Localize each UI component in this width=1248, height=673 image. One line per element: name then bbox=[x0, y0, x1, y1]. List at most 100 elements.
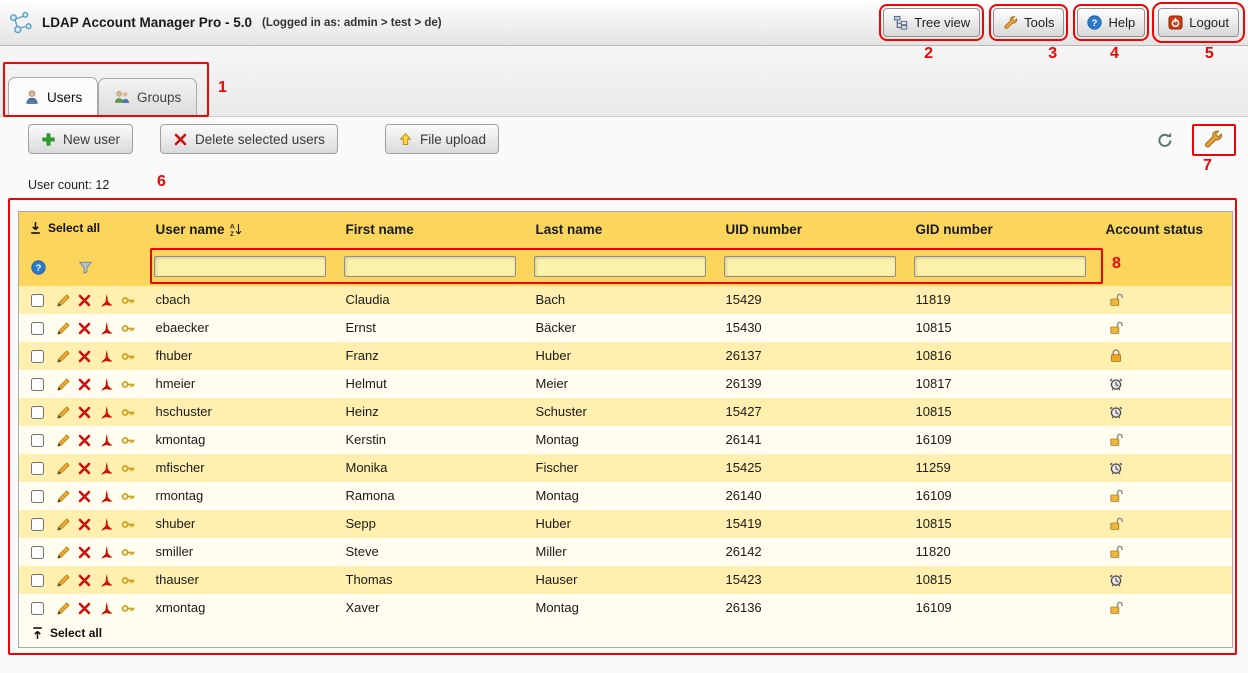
delete-row-icon[interactable] bbox=[77, 293, 92, 308]
password-key-icon[interactable] bbox=[121, 293, 136, 308]
sort-icon[interactable] bbox=[229, 222, 242, 237]
pdf-icon[interactable] bbox=[99, 405, 114, 420]
password-key-icon[interactable] bbox=[121, 517, 136, 532]
first-name-cell: Ramona bbox=[336, 482, 526, 510]
delete-row-icon[interactable] bbox=[77, 405, 92, 420]
row-select-checkbox[interactable] bbox=[31, 350, 44, 363]
edit-pencil-icon[interactable] bbox=[56, 377, 71, 392]
logout-button[interactable]: Logout 5 bbox=[1158, 8, 1239, 37]
tools-button[interactable]: Tools 3 bbox=[993, 8, 1064, 37]
row-select-checkbox[interactable] bbox=[31, 574, 44, 587]
filter-first-name-input[interactable] bbox=[344, 256, 516, 277]
select-all-top[interactable]: Select all bbox=[29, 221, 100, 235]
edit-pencil-icon[interactable] bbox=[56, 321, 71, 336]
edit-pencil-icon[interactable] bbox=[56, 489, 71, 504]
delete-row-icon[interactable] bbox=[77, 573, 92, 588]
password-key-icon[interactable] bbox=[121, 377, 136, 392]
select-all-bottom[interactable]: Select all bbox=[31, 626, 102, 640]
password-key-icon[interactable] bbox=[121, 489, 136, 504]
row-select-checkbox[interactable] bbox=[31, 322, 44, 335]
pdf-icon[interactable] bbox=[99, 573, 114, 588]
new-user-plus-icon bbox=[41, 132, 56, 147]
pdf-icon[interactable] bbox=[99, 321, 114, 336]
column-header-last-name[interactable]: Last name bbox=[526, 212, 716, 248]
password-key-icon[interactable] bbox=[121, 433, 136, 448]
row-select-checkbox[interactable] bbox=[31, 602, 44, 615]
password-key-icon[interactable] bbox=[121, 461, 136, 476]
username-cell[interactable]: ebaecker bbox=[146, 314, 336, 342]
pdf-icon[interactable] bbox=[99, 517, 114, 532]
edit-pencil-icon[interactable] bbox=[56, 433, 71, 448]
delete-row-icon[interactable] bbox=[77, 321, 92, 336]
row-select-checkbox[interactable] bbox=[31, 462, 44, 475]
edit-pencil-icon[interactable] bbox=[56, 349, 71, 364]
file-upload-button[interactable]: File upload bbox=[385, 124, 499, 154]
column-header-uid-number[interactable]: UID number bbox=[716, 212, 906, 248]
username-cell[interactable]: mfischer bbox=[146, 454, 336, 482]
row-select-checkbox[interactable] bbox=[31, 518, 44, 531]
edit-pencil-icon[interactable] bbox=[56, 573, 71, 588]
delete-row-icon[interactable] bbox=[77, 461, 92, 476]
delete-row-icon[interactable] bbox=[77, 601, 92, 616]
edit-pencil-icon[interactable] bbox=[56, 517, 71, 532]
username-cell[interactable]: smiller bbox=[146, 538, 336, 566]
delete-row-icon[interactable] bbox=[77, 517, 92, 532]
pdf-icon[interactable] bbox=[99, 489, 114, 504]
column-header-gid-number[interactable]: GID number bbox=[906, 212, 1096, 248]
username-cell[interactable]: thauser bbox=[146, 566, 336, 594]
password-key-icon[interactable] bbox=[121, 405, 136, 420]
username-cell[interactable]: xmontag bbox=[146, 594, 336, 622]
edit-pencil-icon[interactable] bbox=[56, 545, 71, 560]
password-key-icon[interactable] bbox=[121, 545, 136, 560]
tab-groups[interactable]: Groups bbox=[98, 78, 197, 116]
delete-row-icon[interactable] bbox=[77, 377, 92, 392]
row-select-checkbox[interactable] bbox=[31, 434, 44, 447]
row-select-checkbox[interactable] bbox=[31, 294, 44, 307]
tab-users[interactable]: Users bbox=[8, 77, 98, 117]
filter-gid-number-input[interactable] bbox=[914, 256, 1086, 277]
filter-uid-number-input[interactable] bbox=[724, 256, 896, 277]
settings-wrench-icon[interactable] bbox=[1203, 129, 1223, 149]
password-key-icon[interactable] bbox=[121, 349, 136, 364]
delete-row-icon[interactable] bbox=[77, 545, 92, 560]
edit-pencil-icon[interactable] bbox=[56, 461, 71, 476]
filter-user-name-input[interactable] bbox=[154, 256, 326, 277]
row-select-checkbox[interactable] bbox=[31, 546, 44, 559]
password-key-icon[interactable] bbox=[121, 321, 136, 336]
row-select-checkbox[interactable] bbox=[31, 406, 44, 419]
column-header-first-name[interactable]: First name bbox=[336, 212, 526, 248]
password-key-icon[interactable] bbox=[121, 573, 136, 588]
filter-last-name-input[interactable] bbox=[534, 256, 706, 277]
edit-pencil-icon[interactable] bbox=[56, 601, 71, 616]
filter-funnel-icon[interactable] bbox=[78, 260, 93, 275]
pdf-icon[interactable] bbox=[99, 545, 114, 560]
delete-row-icon[interactable] bbox=[77, 433, 92, 448]
help-filter-icon[interactable] bbox=[31, 260, 46, 275]
edit-pencil-icon[interactable] bbox=[56, 405, 71, 420]
username-cell[interactable]: cbach bbox=[146, 286, 336, 314]
new-user-button[interactable]: New user bbox=[28, 124, 133, 154]
row-select-checkbox[interactable] bbox=[31, 378, 44, 391]
pdf-icon[interactable] bbox=[99, 293, 114, 308]
delete-row-icon[interactable] bbox=[77, 489, 92, 504]
username-cell[interactable]: fhuber bbox=[146, 342, 336, 370]
refresh-icon[interactable] bbox=[1156, 131, 1174, 149]
username-cell[interactable]: hmeier bbox=[146, 370, 336, 398]
edit-pencil-icon[interactable] bbox=[56, 293, 71, 308]
delete-row-icon[interactable] bbox=[77, 349, 92, 364]
pdf-icon[interactable] bbox=[99, 433, 114, 448]
pdf-icon[interactable] bbox=[99, 349, 114, 364]
pdf-icon[interactable] bbox=[99, 461, 114, 476]
password-key-icon[interactable] bbox=[121, 601, 136, 616]
username-cell[interactable]: hschuster bbox=[146, 398, 336, 426]
column-header-user-name[interactable]: User name bbox=[146, 212, 336, 248]
row-select-checkbox[interactable] bbox=[31, 490, 44, 503]
help-button[interactable]: Help 4 bbox=[1077, 8, 1145, 37]
delete-selected-users-button[interactable]: Delete selected users bbox=[160, 124, 338, 154]
username-cell[interactable]: kmontag bbox=[146, 426, 336, 454]
tree-view-button[interactable]: Tree view 2 bbox=[883, 8, 980, 37]
username-cell[interactable]: shuber bbox=[146, 510, 336, 538]
pdf-icon[interactable] bbox=[99, 377, 114, 392]
username-cell[interactable]: rmontag bbox=[146, 482, 336, 510]
pdf-icon[interactable] bbox=[99, 601, 114, 616]
